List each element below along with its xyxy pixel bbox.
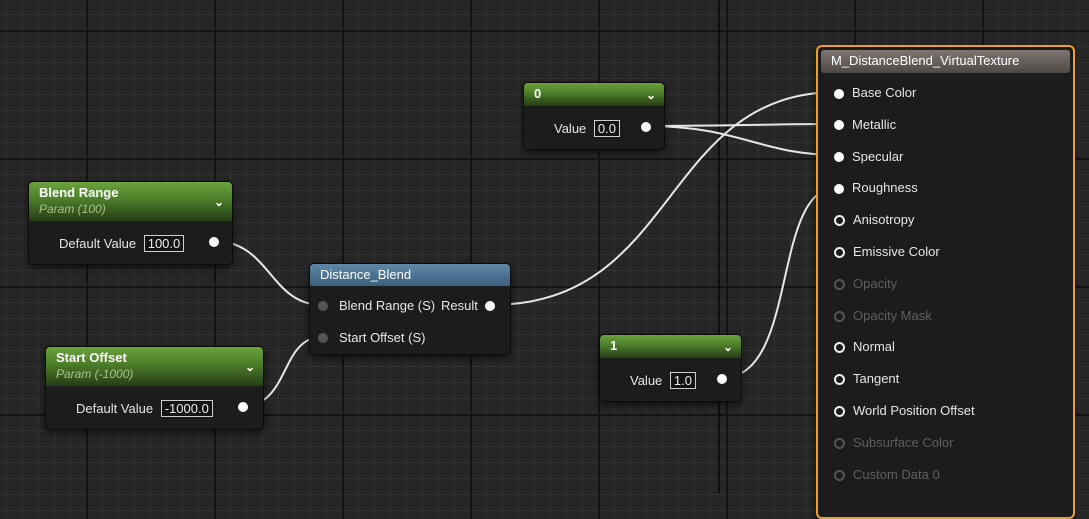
material-input-pin[interactable] bbox=[834, 342, 845, 354]
output-pin[interactable] bbox=[717, 374, 727, 384]
material-pin-row[interactable]: Base Color bbox=[834, 85, 916, 100]
material-pin-label: Base Color bbox=[852, 85, 917, 100]
material-input-pin[interactable] bbox=[834, 152, 844, 163]
material-pin-label: Emissive Color bbox=[853, 244, 940, 259]
material-input-pin[interactable] bbox=[834, 88, 844, 99]
material-input-pin[interactable] bbox=[834, 374, 845, 386]
param-header[interactable]: Start Offset Param (-1000) ⌄ bbox=[46, 347, 263, 386]
default-value-row: Default Value -1000.0 bbox=[76, 400, 213, 417]
param-subtitle: Param (-1000) bbox=[56, 367, 134, 381]
material-pin-row[interactable]: Opacity bbox=[834, 276, 897, 291]
material-pin-label: Metallic bbox=[852, 116, 897, 132]
material-pin-row[interactable]: Custom Data 0 bbox=[834, 467, 940, 482]
constant-header[interactable]: 0 ⌄ bbox=[524, 83, 664, 106]
function-node-distance-blend[interactable]: Distance_Blend Blend Range (S) Result St… bbox=[309, 263, 511, 355]
material-pin-label: Tangent bbox=[853, 371, 900, 387]
material-pin-label: Opacity bbox=[853, 275, 898, 291]
constant-header[interactable]: 1 ⌄ bbox=[600, 335, 741, 358]
default-value-field[interactable]: -1000.0 bbox=[160, 400, 213, 417]
output-pin[interactable] bbox=[238, 402, 248, 412]
material-input-pin[interactable] bbox=[834, 278, 845, 290]
output-pin-result[interactable] bbox=[485, 301, 495, 311]
material-input-pin[interactable] bbox=[834, 215, 845, 227]
material-pin-row[interactable]: Emissive Color bbox=[834, 244, 940, 259]
wire-const0-to-specular bbox=[645, 125, 839, 156]
chevron-down-icon[interactable]: ⌄ bbox=[214, 195, 224, 209]
value-label: Value bbox=[630, 373, 663, 388]
output-pin[interactable] bbox=[209, 237, 219, 247]
param-node-blend-range[interactable]: Blend Range Param (100) ⌄ Default Value … bbox=[28, 181, 233, 265]
material-input-pin[interactable] bbox=[834, 406, 845, 418]
material-result-node[interactable]: M_DistanceBlend_VirtualTexture Base Colo… bbox=[816, 45, 1075, 519]
material-input-pin[interactable] bbox=[834, 437, 845, 449]
material-input-pin[interactable] bbox=[834, 120, 844, 131]
material-pin-label: Opacity Mask bbox=[853, 307, 932, 323]
material-input-pin[interactable] bbox=[834, 469, 845, 481]
input-pin-start-offset[interactable] bbox=[318, 333, 328, 343]
material-pin-row[interactable]: Metallic bbox=[834, 117, 896, 132]
constant-title: 0 bbox=[534, 86, 542, 101]
material-pin-label: Roughness bbox=[852, 180, 918, 196]
chevron-down-icon[interactable]: ⌄ bbox=[245, 360, 255, 374]
default-value-field[interactable]: 100.0 bbox=[143, 235, 185, 252]
material-title: M_DistanceBlend_VirtualTexture bbox=[831, 53, 1020, 68]
grid-major-line bbox=[718, 0, 720, 493]
constant-value-row: Value 0.0 bbox=[554, 120, 620, 137]
material-pin-row[interactable]: Specular bbox=[834, 149, 903, 164]
material-pin-label: World Position Offset bbox=[853, 403, 975, 418]
constant-title: 1 bbox=[610, 338, 618, 353]
param-node-start-offset[interactable]: Start Offset Param (-1000) ⌄ Default Val… bbox=[45, 346, 264, 430]
value-label: Value bbox=[554, 121, 587, 136]
value-field[interactable]: 0.0 bbox=[593, 120, 620, 137]
material-pin-label: Normal bbox=[853, 339, 895, 355]
material-pin-row[interactable]: World Position Offset bbox=[834, 403, 975, 418]
default-value-label: Default Value bbox=[76, 401, 154, 416]
input-label-start-offset: Start Offset (S) bbox=[339, 330, 426, 345]
input-pin-blend-range[interactable] bbox=[318, 301, 328, 311]
wire-const0-to-metallic bbox=[645, 123, 839, 127]
param-title: Blend Range bbox=[39, 185, 119, 200]
default-value-label: Default Value bbox=[59, 236, 137, 251]
param-subtitle: Param (100) bbox=[39, 202, 106, 216]
function-header[interactable]: Distance_Blend bbox=[310, 264, 510, 286]
material-input-pin[interactable] bbox=[834, 310, 845, 322]
constant-node-0[interactable]: 0 ⌄ Value 0.0 bbox=[523, 82, 665, 150]
param-header[interactable]: Blend Range Param (100) ⌄ bbox=[29, 182, 232, 221]
material-pin-label: Custom Data 0 bbox=[853, 466, 940, 482]
constant-value-row: Value 1.0 bbox=[630, 372, 696, 389]
param-title: Start Offset bbox=[56, 350, 127, 365]
material-pin-row[interactable]: Normal bbox=[834, 339, 895, 354]
material-pin-row[interactable]: Opacity Mask bbox=[834, 308, 932, 323]
material-pin-row[interactable]: Roughness bbox=[834, 180, 918, 195]
material-pin-row[interactable]: Tangent bbox=[834, 371, 899, 386]
chevron-down-icon[interactable]: ⌄ bbox=[646, 88, 656, 102]
material-input-pin[interactable] bbox=[834, 247, 845, 259]
material-pin-label: Subsurface Color bbox=[853, 434, 954, 450]
material-header[interactable]: M_DistanceBlend_VirtualTexture bbox=[821, 50, 1070, 73]
input-label-blend-range: Blend Range (S) bbox=[339, 298, 436, 313]
output-label-result: Result bbox=[441, 298, 478, 313]
chevron-down-icon[interactable]: ⌄ bbox=[723, 340, 733, 354]
material-pin-label: Specular bbox=[852, 148, 904, 164]
output-pin[interactable] bbox=[641, 122, 651, 132]
default-value-row: Default Value 100.0 bbox=[59, 235, 185, 252]
material-pin-row[interactable]: Subsurface Color bbox=[834, 435, 953, 450]
value-field[interactable]: 1.0 bbox=[669, 372, 696, 389]
material-input-pin[interactable] bbox=[834, 183, 844, 194]
constant-node-1[interactable]: 1 ⌄ Value 1.0 bbox=[599, 334, 742, 402]
material-pin-row[interactable]: Anisotropy bbox=[834, 212, 914, 227]
function-title: Distance_Blend bbox=[320, 267, 412, 282]
material-pin-label: Anisotropy bbox=[853, 212, 915, 228]
